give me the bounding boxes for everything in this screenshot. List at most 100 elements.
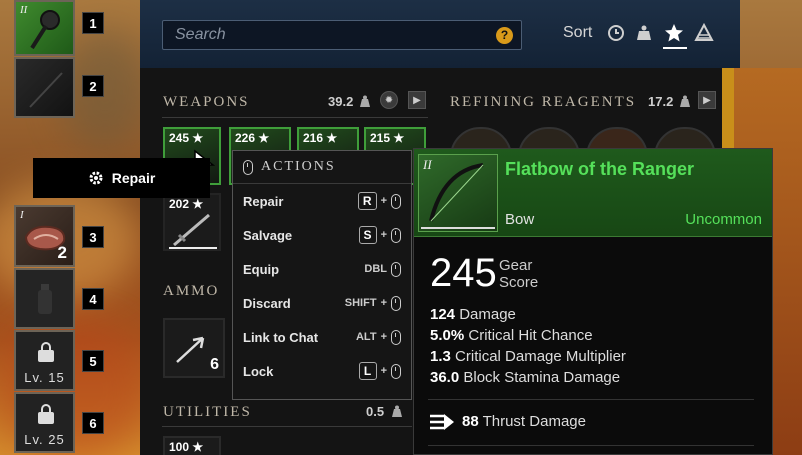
weapons-weight: 39.2 (328, 94, 354, 109)
quickbar-slot-6[interactable]: Lv. 25 (14, 392, 75, 453)
action-label: Lock (243, 363, 274, 379)
search-field[interactable]: ? (162, 20, 522, 50)
stat-thrust-damage: 88 Thrust Damage (462, 413, 586, 430)
mouse-icon (391, 227, 401, 243)
weight-icon (680, 95, 690, 107)
ammo-count: 6 (210, 356, 219, 373)
key-hint: SHIFT (344, 297, 377, 309)
action-link-to-chat[interactable]: Link to Chat ALT + (233, 320, 411, 354)
gear-icon (89, 171, 103, 185)
lock-icon (38, 404, 54, 424)
arrow-icon (176, 336, 205, 363)
actions-header: ACTIONS (233, 151, 411, 184)
gear-score: 245 ★ (169, 131, 204, 145)
item-tooltip-header: II Flatbow of the Ranger Bow Uncommon (414, 149, 772, 237)
quickbar-slot-4[interactable] (14, 268, 75, 329)
divider (428, 399, 754, 400)
mouse-icon (391, 261, 401, 277)
divider (428, 445, 754, 446)
quickbar-slot-5[interactable]: Lv. 15 (14, 330, 75, 391)
action-discard[interactable]: Discard SHIFT + (233, 286, 411, 320)
spear-icon (29, 72, 63, 108)
expand-arrow-button[interactable]: ▶ (408, 91, 426, 109)
repair-tooltip-label: Repair (111, 170, 156, 186)
quickbar-slot-2[interactable] (14, 57, 75, 118)
level-requirement: Lv. 25 (24, 432, 65, 447)
mouse-icon (391, 363, 401, 379)
sort-active-indicator (663, 47, 687, 49)
durability-bar (421, 227, 495, 229)
utilities-weight: 0.5 (366, 404, 385, 419)
gear-score: 216 ★ (303, 131, 338, 145)
key-hint: DBL (364, 263, 387, 275)
star-icon[interactable] (664, 23, 684, 43)
mouse-icon (391, 193, 401, 209)
stat-crit-chance: 5.0% Critical Hit Chance (430, 327, 593, 344)
weapon-item-sword[interactable]: 202 ★ (163, 193, 221, 251)
expand-arrow-button[interactable]: ▶ (698, 91, 716, 109)
action-label: Repair (243, 193, 284, 209)
settings-gear-icon[interactable]: ✹ (380, 91, 398, 109)
bow-icon (429, 163, 484, 222)
gear-score: 100 ★ (169, 440, 204, 454)
refining-weight: 17.2 (648, 94, 674, 109)
repair-tooltip[interactable]: Repair (33, 158, 210, 198)
actions-menu: ACTIONS Repair R + Salvage S + Equip DBL D… (232, 150, 412, 400)
sort-label: Sort (563, 24, 593, 41)
stat-crit-multiplier: 1.3 Critical Damage Multiplier (430, 348, 626, 365)
slot-number: 4 (82, 288, 104, 310)
action-lock[interactable]: Lock L + (233, 354, 411, 388)
action-repair[interactable]: Repair R + (233, 184, 411, 218)
item-type: Bow (505, 211, 535, 228)
clock-icon[interactable] (606, 23, 626, 43)
mouse-icon (243, 159, 253, 175)
durability-bar (169, 247, 217, 249)
gear-score: 215 ★ (370, 131, 405, 145)
help-icon[interactable]: ? (496, 27, 513, 44)
stack-count: 2 (57, 243, 67, 262)
action-label: Link to Chat (243, 329, 319, 345)
stat-block-stamina: 36.0 Block Stamina Damage (430, 369, 621, 386)
tier-icon[interactable] (694, 23, 714, 43)
gear-score: 226 ★ (235, 131, 270, 145)
ammo-item[interactable]: 6 (163, 318, 225, 378)
divider (162, 117, 428, 118)
item-rarity: Uncommon (685, 211, 762, 228)
action-label: Discard (243, 295, 291, 311)
utilities-title: UTILITIES (163, 404, 252, 420)
sword-icon (173, 213, 210, 247)
slot-number: 3 (82, 226, 104, 248)
mouse-icon (391, 329, 401, 345)
key-hint: S (358, 226, 377, 244)
slot-number: 2 (82, 75, 104, 97)
weight-icon[interactable] (634, 23, 654, 43)
potion-icon (38, 284, 52, 314)
key-hint: R (357, 192, 377, 210)
slot-number: 6 (82, 412, 104, 434)
slot-number: 5 (82, 350, 104, 372)
action-label: Equip (243, 261, 280, 277)
item-name: Flatbow of the Ranger (505, 159, 694, 179)
actions-title: ACTIONS (261, 159, 336, 174)
weight-icon (360, 95, 370, 107)
key-hint: L (358, 362, 377, 380)
weapons-title: WEAPONS (163, 94, 250, 110)
gear-score-value: 245 (430, 251, 497, 295)
search-input[interactable] (163, 21, 521, 49)
slot-number: 1 (82, 12, 104, 34)
utility-item[interactable]: 100 ★ (163, 436, 221, 455)
quickbar-slot-3[interactable]: I 2 (14, 205, 75, 267)
item-thumbnail: II (418, 154, 498, 232)
mace-icon (30, 10, 60, 50)
ammo-title: AMMO (163, 283, 220, 299)
action-salvage[interactable]: Salvage S + (233, 218, 411, 252)
stat-damage: 124 Damage (430, 306, 516, 323)
action-label: Salvage (243, 227, 293, 243)
item-tooltip: II Flatbow of the Ranger Bow Uncommon 24… (413, 148, 773, 455)
key-hint: ALT (355, 331, 377, 343)
action-equip[interactable]: Equip DBL (233, 252, 411, 286)
quickbar-slot-1[interactable]: II (14, 0, 75, 56)
gear-score-label: Gear Score (499, 257, 539, 291)
level-requirement: Lv. 15 (24, 370, 65, 385)
lock-icon (38, 342, 54, 362)
